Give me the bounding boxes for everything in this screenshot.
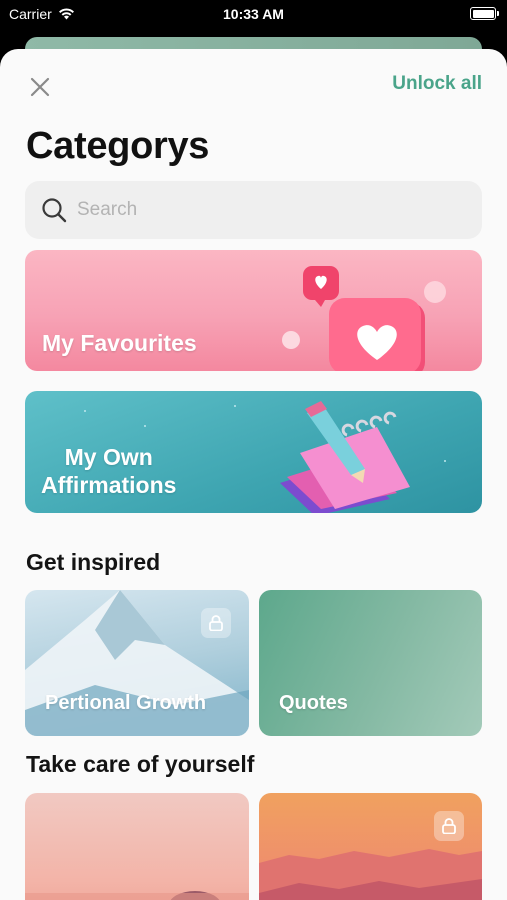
status-bar: Carrier 10:33 AM (0, 0, 507, 30)
card-take-care-2[interactable] (259, 793, 482, 900)
card-quotes[interactable]: Quotes (259, 590, 482, 736)
close-button[interactable] (24, 71, 56, 103)
landscape-illustration (25, 891, 249, 900)
close-icon (30, 77, 50, 97)
card-take-care-1[interactable] (25, 793, 249, 900)
unlock-all-button[interactable]: Unlock all (392, 73, 482, 95)
section-title-take-care: Take care of yourself (26, 751, 255, 777)
search-icon (42, 198, 67, 223)
categories-sheet: Unlock all Categorys My Favourites (0, 49, 507, 900)
card-label: Pertional Growth (45, 692, 207, 714)
status-time: 10:33 AM (223, 6, 284, 22)
card-label: My Own Affirmations (41, 444, 177, 498)
card-personal-growth[interactable]: Pertional Growth (25, 590, 249, 736)
card-label: My Favourites (42, 330, 197, 356)
lock-badge (434, 811, 464, 841)
section-title-get-inspired: Get inspired (26, 549, 161, 575)
page-title: Categorys (26, 125, 210, 167)
mountains-sunset-illustration (259, 849, 482, 900)
lock-badge (201, 608, 231, 638)
search-bar[interactable] (25, 181, 482, 239)
search-input[interactable] (77, 199, 457, 221)
battery-icon (470, 7, 499, 20)
lock-icon (209, 615, 223, 631)
card-my-favourites[interactable]: My Favourites (25, 250, 482, 371)
lock-icon (442, 818, 456, 834)
card-label: Quotes (279, 692, 348, 714)
card-my-own-affirmations[interactable]: My Own Affirmations (25, 391, 482, 513)
